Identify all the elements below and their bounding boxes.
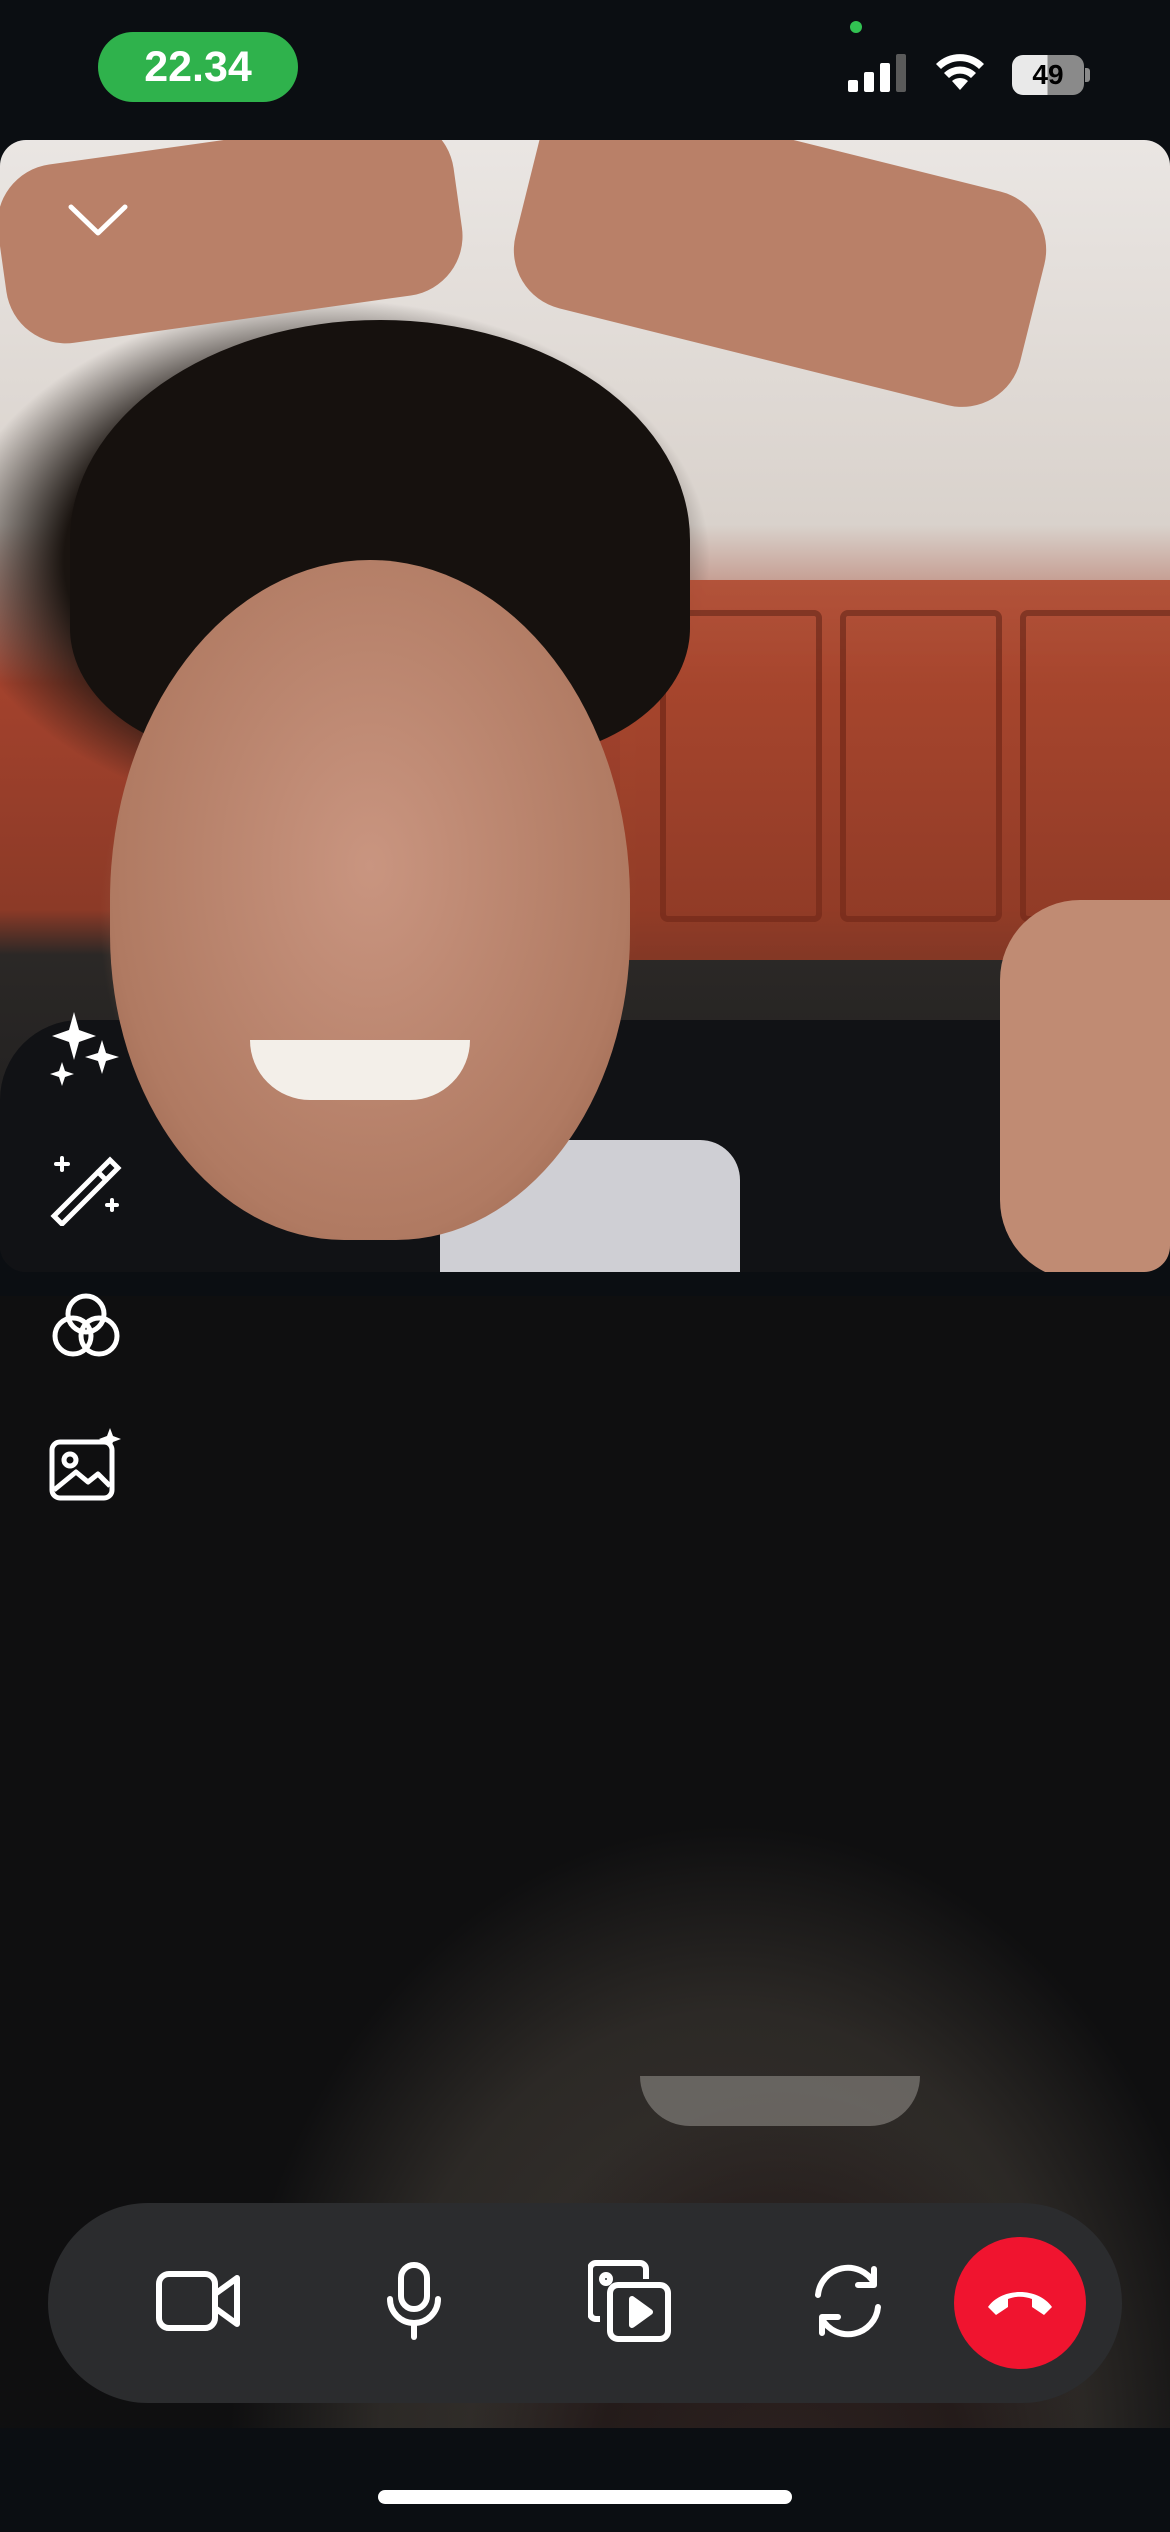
filters-button[interactable] — [46, 1288, 126, 1368]
camera-in-use-indicator — [850, 21, 862, 33]
battery-level: 49 — [1012, 54, 1084, 95]
cellular-signal-icon — [848, 52, 908, 97]
background-button[interactable] — [46, 1426, 126, 1506]
touch-up-button[interactable] — [46, 1150, 126, 1230]
effects-button[interactable] — [46, 1010, 126, 1090]
home-indicator[interactable] — [378, 2490, 792, 2504]
end-call-button[interactable] — [954, 2237, 1086, 2369]
call-controls — [48, 2203, 1122, 2403]
color-filter-icon — [48, 1288, 124, 1369]
end-call-icon — [984, 2281, 1056, 2326]
remote-participant-video[interactable] — [0, 140, 1170, 1272]
collapse-call-button[interactable] — [58, 192, 138, 252]
battery-icon: 49 — [1012, 54, 1090, 95]
wifi-icon — [934, 52, 986, 97]
background-image-icon — [48, 1426, 124, 1507]
share-media-button[interactable] — [570, 2243, 690, 2363]
time-pill[interactable]: 22.34 — [98, 32, 298, 102]
status-time: 22.34 — [144, 42, 252, 91]
magic-wand-icon — [48, 1150, 124, 1231]
share-media-icon — [587, 2259, 672, 2348]
sparkles-icon — [48, 1010, 124, 1091]
toggle-video-button[interactable] — [138, 2243, 258, 2363]
chevron-down-icon — [67, 203, 129, 242]
toggle-mic-button[interactable] — [354, 2243, 474, 2363]
status-bar: 22.34 49 — [0, 0, 1170, 140]
microphone-icon — [384, 2261, 444, 2346]
video-camera-icon — [155, 2268, 241, 2339]
flip-camera-icon — [808, 2261, 888, 2346]
flip-camera-button[interactable] — [788, 2243, 908, 2363]
system-icons: 49 — [848, 52, 1090, 97]
